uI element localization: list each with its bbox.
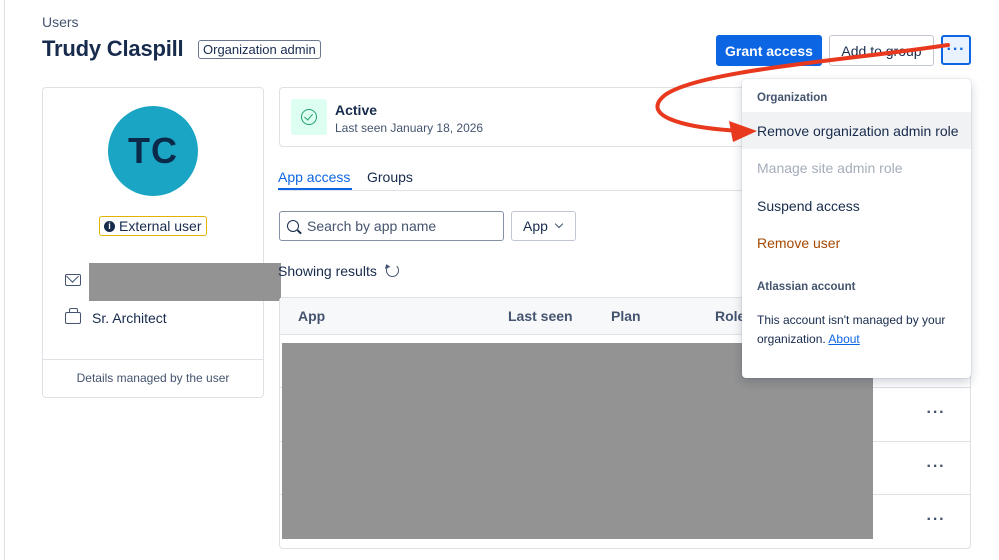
avatar: TC bbox=[108, 106, 198, 196]
row-more-button[interactable]: ··· bbox=[924, 459, 948, 478]
role-badge: Organization admin bbox=[198, 40, 321, 59]
column-header-last-seen[interactable]: Last seen bbox=[508, 308, 573, 324]
external-user-badge: i External user bbox=[99, 216, 208, 236]
briefcase-icon bbox=[65, 308, 81, 324]
search-icon bbox=[287, 220, 299, 232]
menu-item-suspend-access[interactable]: Suspend access bbox=[742, 187, 971, 224]
row-more-button[interactable]: ··· bbox=[924, 512, 948, 531]
card-footer-note: Details managed by the user bbox=[76, 371, 230, 385]
page-title: Trudy Claspill bbox=[42, 36, 184, 61]
chevron-down-icon bbox=[554, 219, 564, 229]
page-frame-line bbox=[4, 0, 5, 560]
status-label: Active bbox=[335, 102, 378, 118]
column-header-role[interactable]: Role bbox=[715, 308, 745, 324]
app-filter-label: App bbox=[523, 218, 548, 234]
tab-app-access[interactable]: App access bbox=[278, 169, 350, 185]
check-circle-icon bbox=[301, 109, 317, 125]
email-icon bbox=[65, 274, 81, 286]
job-title: Sr. Architect bbox=[92, 310, 167, 326]
row-more-button[interactable]: ··· bbox=[924, 405, 948, 424]
add-to-group-button[interactable]: Add to group bbox=[829, 35, 934, 66]
menu-section-organization: Organization bbox=[757, 92, 828, 104]
tabs-divider bbox=[278, 190, 778, 191]
last-seen-text: Last seen January 18, 2026 bbox=[335, 121, 484, 135]
info-icon: i bbox=[104, 220, 115, 232]
redacted-email bbox=[89, 263, 281, 301]
tab-groups[interactable]: Groups bbox=[367, 169, 413, 185]
menu-item-remove-org-admin-role[interactable]: Remove organization admin role bbox=[742, 112, 971, 149]
search-input[interactable]: Search by app name bbox=[279, 211, 504, 241]
column-header-app[interactable]: App bbox=[298, 308, 325, 324]
column-header-plan[interactable]: Plan bbox=[611, 308, 641, 324]
active-tab-indicator bbox=[278, 188, 352, 190]
about-link[interactable]: About bbox=[828, 332, 859, 346]
menu-section-atlassian-account: Atlassian account bbox=[757, 281, 856, 293]
more-actions-button[interactable]: ··· bbox=[941, 35, 971, 65]
card-divider bbox=[43, 359, 263, 360]
menu-account-note: This account isn't managed by your organ… bbox=[757, 311, 962, 349]
breadcrumb[interactable]: Users bbox=[42, 14, 79, 30]
external-user-label: External user bbox=[119, 218, 202, 234]
menu-item-manage-site-admin-role: Manage site admin role bbox=[757, 159, 903, 176]
search-placeholder: Search by app name bbox=[307, 218, 437, 234]
app-filter-select[interactable]: App bbox=[511, 211, 576, 241]
showing-results-label: Showing results bbox=[278, 263, 377, 279]
status-icon-box bbox=[291, 99, 327, 135]
grant-access-button[interactable]: Grant access bbox=[716, 35, 822, 66]
refresh-icon[interactable] bbox=[386, 264, 399, 277]
menu-item-remove-user[interactable]: Remove user bbox=[742, 224, 971, 261]
